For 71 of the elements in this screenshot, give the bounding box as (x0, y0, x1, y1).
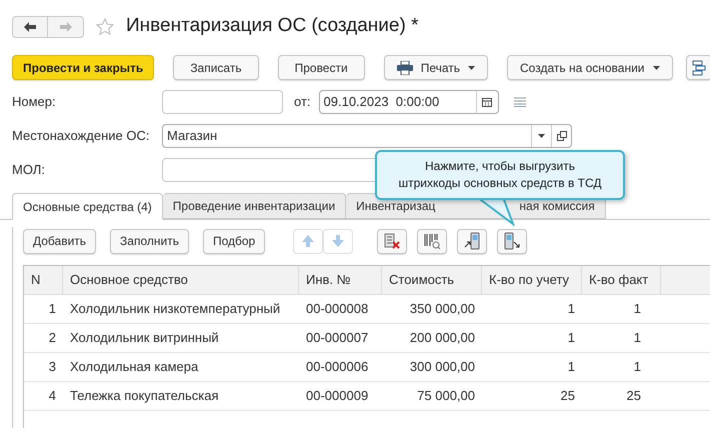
print-button[interactable]: Печать (384, 55, 488, 80)
table-cell-text: 1 (566, 358, 576, 376)
table-cell-text: 300 000,00 (408, 358, 476, 376)
caret-icon (468, 66, 475, 70)
download-button[interactable] (497, 228, 528, 254)
scanner-download-icon (503, 232, 522, 250)
toolbar-button[interactable]: Провести (278, 55, 365, 80)
date-value: 09.10.2023 0:00:00 (322, 93, 440, 112)
create-based-on-button[interactable]: Создать на основании (507, 55, 672, 80)
table-cell-text: 3 (48, 358, 57, 376)
table-cell-text: 75 000,00 (416, 387, 476, 406)
number-field[interactable] (162, 90, 283, 114)
table-cell-text: 200 000,00 (408, 329, 476, 348)
calendar-icon (482, 97, 492, 107)
clear-list-icon (383, 232, 402, 250)
table-cell-text: Холодильник витринный (69, 329, 220, 348)
column-header[interactable]: N (24, 266, 63, 294)
table-toolbar-button[interactable]: Добавить (23, 228, 96, 254)
upload-button[interactable] (457, 228, 488, 254)
structure-button[interactable] (686, 55, 710, 80)
column-header[interactable]: К-во по учету (482, 266, 582, 294)
post-and-close-button[interactable]: Провести и закрыть (12, 55, 154, 80)
table-cell-text: 2 (48, 329, 57, 348)
column-header[interactable]: Инв. № (299, 266, 382, 294)
tab[interactable]: Основные средства (4) (12, 193, 163, 220)
printer-icon (396, 60, 413, 74)
date-field[interactable]: 09.10.2023 0:00:00 (318, 90, 499, 114)
table-cell-text: 1 (566, 300, 576, 318)
back-button[interactable] (12, 16, 48, 38)
column-header[interactable]: Основное средство (63, 266, 299, 294)
number-label: Номер: (12, 93, 57, 112)
table-cell-text: Холодильная камера (69, 358, 200, 376)
date-label: от: (294, 93, 311, 112)
table-cell-text: 1 (48, 300, 57, 318)
table-toolbar-button[interactable]: Заполнить (110, 228, 189, 254)
table-cell-text: 4 (48, 387, 57, 406)
column-header[interactable]: Стоимость (382, 266, 482, 294)
barcode-button[interactable] (417, 228, 448, 254)
table-cell-text: 25 (626, 387, 642, 406)
open-icon (556, 131, 566, 141)
table-cell-text: 00-000007 (305, 329, 370, 348)
location-field[interactable]: Магазин (162, 124, 572, 148)
structure-icon (690, 60, 706, 76)
clear-button[interactable] (377, 228, 408, 254)
column-header[interactable]: К-во факт (582, 266, 661, 294)
forward-arrow-icon (60, 22, 72, 32)
location-label: Местонахождение ОС: (12, 127, 150, 146)
star-icon[interactable] (96, 18, 114, 36)
table-cell-text: 1 (632, 300, 642, 318)
table-cell-text: 1 (632, 358, 642, 376)
back-arrow-icon (24, 22, 36, 32)
table-cell-text: 00-000008 (305, 300, 370, 318)
caret-icon (652, 66, 660, 70)
mol-label: МОЛ: (12, 161, 46, 180)
barcode-search-icon (423, 232, 442, 250)
scanner-upload-icon (463, 232, 482, 250)
table-cell-text: 350 000,00 (408, 300, 476, 318)
caret-icon (538, 134, 545, 138)
comment-icon[interactable] (512, 97, 527, 107)
table-cell-text: 00-000009 (305, 387, 370, 406)
window-title: Инвентаризация ОС (создание) * (126, 14, 418, 38)
table-cell-text: Холодильник низкотемпературный (69, 300, 282, 318)
location-value: Магазин (166, 127, 218, 146)
table-toolbar-button[interactable]: Подбор (202, 228, 266, 254)
table-cell-text: Тележка покупательская (69, 387, 220, 406)
toolbar-button[interactable]: Записать (173, 55, 259, 80)
tab[interactable]: Проведение инвентаризации (162, 193, 346, 219)
table-cell-text: 1 (632, 329, 642, 348)
table-cell-text: 1 (566, 329, 576, 348)
table-cell-text: 00-000006 (305, 358, 370, 376)
table-cell-text: 25 (560, 387, 576, 406)
